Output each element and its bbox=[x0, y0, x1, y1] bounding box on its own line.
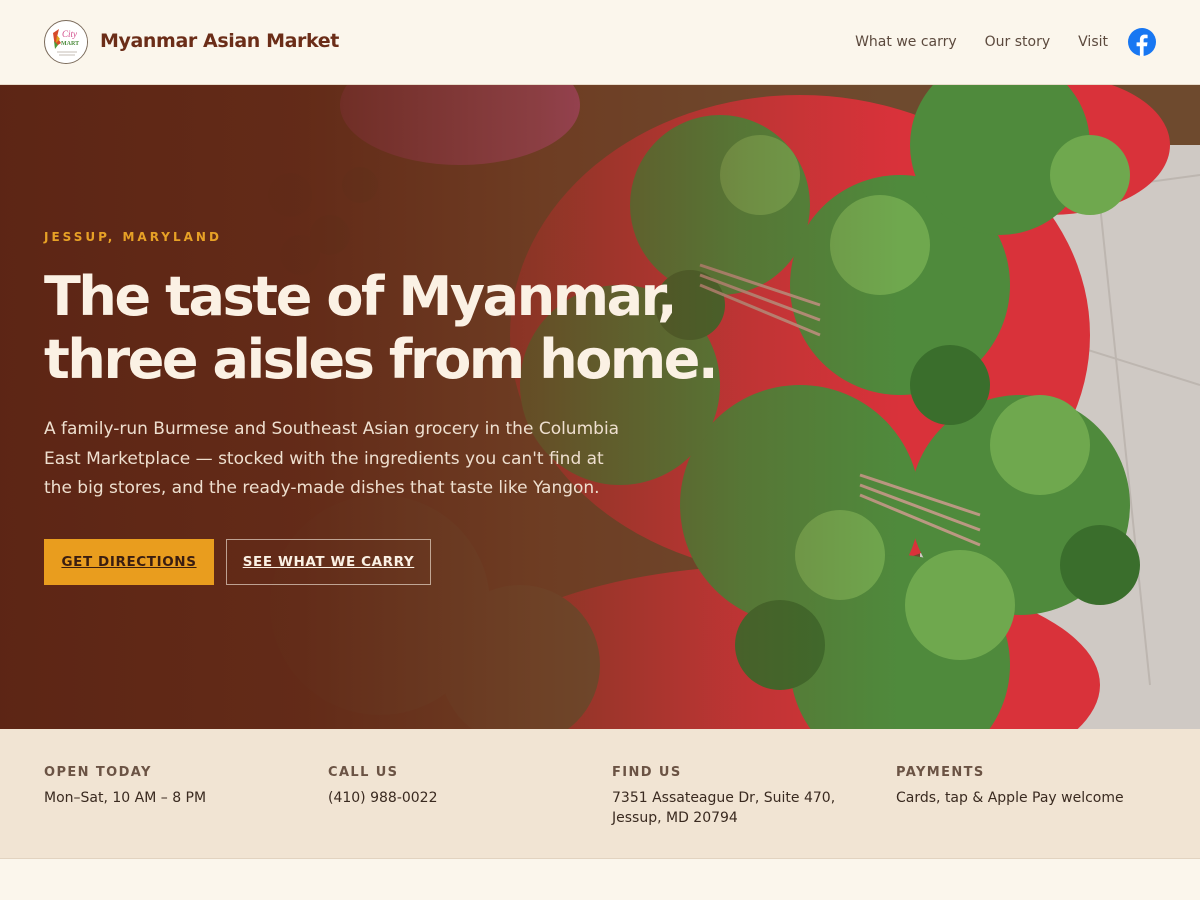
info-label: PAYMENTS bbox=[896, 765, 985, 780]
nav-our-story[interactable]: Our story bbox=[985, 34, 1051, 50]
address-link[interactable]: 7351 Assateague Dr, Suite 470, Jessup, M… bbox=[612, 788, 882, 828]
hero-headline-line-2: three aisles from home. bbox=[44, 328, 719, 391]
main-nav: What we carry Our story Visit bbox=[855, 26, 1156, 58]
info-payments: PAYMENTS Cards, tap & Apple Pay welcome bbox=[896, 765, 1166, 808]
info-hours: OPEN TODAY Mon–Sat, 10 AM – 8 PM bbox=[44, 765, 314, 808]
nav-visit[interactable]: Visit bbox=[1078, 34, 1108, 50]
get-directions-button[interactable]: GET DIRECTIONS bbox=[44, 539, 214, 585]
store-logo[interactable]: City MART bbox=[44, 20, 88, 64]
info-label: FIND US bbox=[612, 765, 682, 780]
info-phone: CALL US (410) 988-0022 bbox=[328, 765, 598, 808]
site-header: City MART Myanmar Asian Market What we c… bbox=[0, 0, 1200, 85]
hero-eyebrow: JESSUP, MARYLAND bbox=[44, 230, 222, 244]
info-strip: OPEN TODAY Mon–Sat, 10 AM – 8 PM CALL US… bbox=[0, 729, 1200, 859]
phone-link[interactable]: (410) 988-0022 bbox=[328, 788, 598, 808]
brand-name[interactable]: Myanmar Asian Market bbox=[100, 30, 339, 52]
facebook-icon[interactable] bbox=[1128, 28, 1156, 56]
info-label: CALL US bbox=[328, 765, 399, 780]
hero-headline-line-1: The taste of Myanmar, bbox=[44, 265, 677, 328]
hero-headline: The taste of Myanmar, three aisles from … bbox=[44, 265, 744, 391]
nav-what-we-carry[interactable]: What we carry bbox=[855, 34, 957, 50]
svg-text:City: City bbox=[62, 29, 77, 39]
info-address: FIND US 7351 Assateague Dr, Suite 470, J… bbox=[612, 765, 882, 828]
hero-overlay bbox=[0, 85, 1200, 729]
info-value: Mon–Sat, 10 AM – 8 PM bbox=[44, 790, 207, 806]
info-value: Cards, tap & Apple Pay welcome bbox=[896, 790, 1124, 806]
svg-text:MART: MART bbox=[61, 41, 79, 47]
info-label: OPEN TODAY bbox=[44, 765, 152, 780]
hero-description: A family-run Burmese and Southeast Asian… bbox=[44, 419, 620, 498]
hero-section: JESSUP, MARYLAND The taste of Myanmar, t… bbox=[0, 85, 1200, 729]
see-what-we-carry-button[interactable]: SEE WHAT WE CARRY bbox=[226, 539, 431, 585]
